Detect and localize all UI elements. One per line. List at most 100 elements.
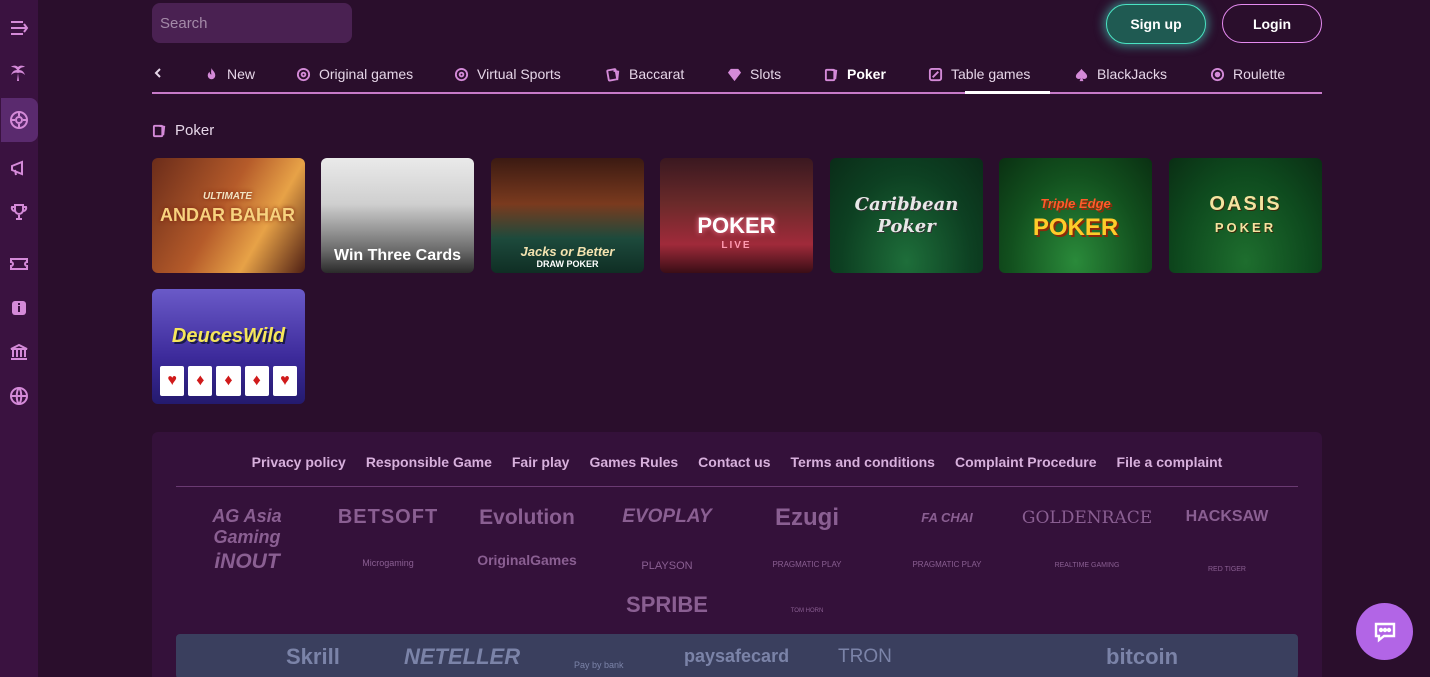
diamond-suit-icon: ♦ bbox=[188, 366, 213, 396]
tab-slots[interactable]: Slots bbox=[727, 56, 781, 92]
card-row: ♥ ♦ ♦ ♦ ♥ bbox=[160, 366, 298, 396]
tab-blackjacks[interactable]: BlackJacks bbox=[1074, 56, 1167, 92]
trophy-icon[interactable] bbox=[0, 190, 38, 234]
payment-logo: paysafecard bbox=[684, 646, 790, 666]
sidebar bbox=[0, 0, 38, 677]
tab-table-games[interactable]: Table games bbox=[928, 56, 1030, 92]
payment-logo: NETELLER bbox=[404, 643, 521, 669]
footer-divider bbox=[176, 486, 1298, 487]
provider-logo: TOM HORN bbox=[790, 608, 824, 614]
chat-bubble-icon bbox=[1374, 622, 1395, 642]
link-games-rules[interactable]: Games Rules bbox=[589, 454, 678, 470]
search-input[interactable] bbox=[160, 14, 359, 32]
payment-logo: Skrill bbox=[286, 643, 340, 669]
provider-logo: PLAYSON bbox=[641, 560, 693, 572]
provider-logo: PRAGMATIC PLAY bbox=[772, 560, 842, 569]
provider-logo: HACKSAW bbox=[1185, 508, 1269, 525]
game-card-win-three-cards[interactable]: Win Three Cards bbox=[321, 158, 474, 273]
tab-label: Poker bbox=[847, 66, 886, 82]
signup-button[interactable]: Sign up bbox=[1106, 4, 1206, 44]
chip-icon bbox=[454, 67, 469, 81]
game-card-caribbean-poker[interactable]: Caribbean Poker bbox=[830, 158, 983, 273]
spade-icon bbox=[1075, 68, 1088, 81]
game-subtitle: DRAW POKER bbox=[536, 259, 599, 269]
cards-icon bbox=[606, 67, 620, 81]
diamond-icon bbox=[727, 68, 742, 81]
cards-icon bbox=[152, 124, 166, 138]
game-card-jacks-or-better[interactable]: Jacks or Better DRAW POKER bbox=[491, 158, 644, 273]
payment-logo: bitcoin bbox=[1106, 643, 1179, 669]
diamond-suit-icon: ♦ bbox=[216, 366, 241, 396]
cards-icon bbox=[824, 68, 838, 81]
bank-icon[interactable] bbox=[0, 330, 38, 374]
menu-toggle-icon[interactable] bbox=[0, 6, 38, 50]
provider-logo: REALTIME GAMING bbox=[1054, 562, 1120, 569]
payment-methods: Skrill NETELLER Pay by bank paysafecard … bbox=[176, 634, 1298, 677]
tab-poker[interactable]: Poker bbox=[824, 56, 886, 92]
category-tabs: New Original games Virtual Sports Baccar… bbox=[152, 56, 1322, 94]
payment-logo: Pay by bank bbox=[574, 660, 624, 670]
chat-button[interactable] bbox=[1356, 603, 1413, 660]
game-subtitle: Triple Edge bbox=[1040, 195, 1111, 211]
provider-logo: BETSOFT bbox=[337, 506, 439, 528]
tab-baccarat[interactable]: Baccarat bbox=[606, 56, 684, 92]
provider-logo: OriginalGames bbox=[477, 552, 577, 568]
info-icon[interactable] bbox=[0, 286, 38, 330]
table-icon bbox=[928, 67, 943, 81]
tab-virtual-sports[interactable]: Virtual Sports bbox=[454, 56, 561, 92]
login-button[interactable]: Login bbox=[1222, 4, 1322, 43]
game-title: Win Three Cards bbox=[334, 247, 461, 264]
tab-label: New bbox=[227, 66, 256, 82]
provider-logo: Ezugi bbox=[775, 504, 839, 531]
active-tab-indicator bbox=[965, 91, 1050, 94]
tab-label: Baccarat bbox=[629, 66, 685, 82]
game-title: OASIS bbox=[1209, 192, 1282, 215]
footer-links: Privacy policy Responsible Game Fair pla… bbox=[152, 454, 1322, 470]
provider-logo: SPRIBE bbox=[626, 592, 708, 617]
provider-logo: Microgaming bbox=[362, 558, 414, 568]
heart-icon: ♥ bbox=[272, 366, 298, 396]
link-fair-play[interactable]: Fair play bbox=[512, 454, 570, 470]
link-privacy-policy[interactable]: Privacy policy bbox=[252, 454, 346, 470]
tab-label: Roulette bbox=[1233, 66, 1286, 82]
flame-icon bbox=[207, 67, 216, 79]
chevron-left-icon[interactable] bbox=[152, 64, 164, 82]
tab-roulette[interactable]: Roulette bbox=[1210, 56, 1285, 92]
link-contact-us[interactable]: Contact us bbox=[698, 454, 770, 470]
section-heading: Poker bbox=[152, 122, 214, 139]
provider-logo: RED TIGER bbox=[1208, 566, 1246, 573]
game-title: ANDAR BAHAR bbox=[160, 205, 295, 225]
megaphone-icon[interactable] bbox=[0, 146, 38, 190]
ticket-icon[interactable] bbox=[0, 242, 38, 286]
provider-logo: FA CHAI bbox=[921, 510, 973, 525]
game-subtitle: LIVE bbox=[721, 240, 752, 251]
provider-logo: iNOUT bbox=[214, 550, 280, 573]
game-card-poker-live[interactable]: POKER LIVE bbox=[660, 158, 813, 273]
game-card-oasis-poker[interactable]: OASIS POKER bbox=[1169, 158, 1322, 273]
game-card-triple-edge-poker[interactable]: Triple Edge POKER bbox=[999, 158, 1152, 273]
tab-original-games[interactable]: Original games bbox=[296, 56, 413, 92]
roulette-icon bbox=[1210, 67, 1225, 81]
game-card-andar-bahar[interactable]: ULTIMATE ANDAR BAHAR bbox=[152, 158, 305, 273]
provider-logo: EVOPLAY bbox=[622, 506, 712, 527]
link-terms[interactable]: Terms and conditions bbox=[791, 454, 935, 470]
heart-icon: ♥ bbox=[160, 366, 185, 396]
provider-logo: GOLDENRACE bbox=[1021, 508, 1153, 528]
casino-chip-icon[interactable] bbox=[0, 98, 38, 142]
search-box[interactable] bbox=[152, 3, 359, 43]
link-responsible-game[interactable]: Responsible Game bbox=[366, 454, 492, 470]
tab-label: Slots bbox=[750, 66, 782, 82]
link-complaint-procedure[interactable]: Complaint Procedure bbox=[955, 454, 1097, 470]
footer: Privacy policy Responsible Game Fair pla… bbox=[152, 432, 1322, 677]
tab-label: Table games bbox=[951, 66, 1031, 82]
game-card-deuces-wild[interactable]: DeucesWild ♥ ♦ ♦ ♦ ♥ bbox=[152, 289, 305, 404]
game-title: DeucesWild bbox=[171, 325, 286, 347]
globe-icon[interactable] bbox=[0, 374, 38, 418]
link-file-complaint[interactable]: File a complaint bbox=[1117, 454, 1223, 470]
game-subtitle: POKER bbox=[1214, 219, 1277, 235]
chip-icon bbox=[296, 67, 311, 81]
palm-tree-icon[interactable] bbox=[0, 50, 38, 94]
tab-label: Virtual Sports bbox=[477, 66, 561, 82]
tab-label: Original games bbox=[319, 66, 414, 82]
tab-new[interactable]: New bbox=[204, 56, 255, 92]
